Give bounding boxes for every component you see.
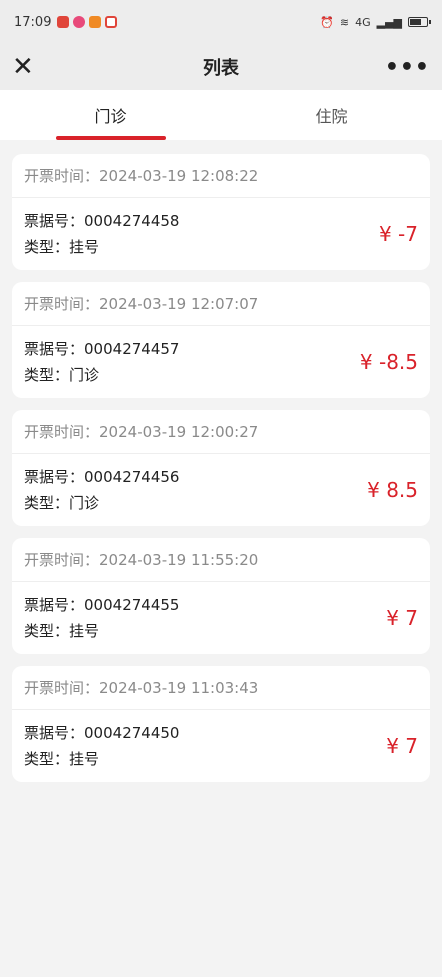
list-item[interactable]: 开票时间： 2024-03-19 11:55:20 票据号：0004274455 …	[12, 538, 430, 654]
list-item[interactable]: 开票时间： 2024-03-19 12:08:22 票据号：0004274458 …	[12, 154, 430, 270]
bill-number-label: 票据号：	[24, 212, 85, 230]
amount: ¥ -7	[378, 222, 418, 246]
app-notification-icon	[105, 16, 118, 28]
bill-number: 票据号：0004274457	[24, 336, 418, 362]
bill-type-value: 挂号	[69, 622, 100, 640]
bill-type: 类型：挂号	[24, 234, 418, 260]
bill-number-value: 0004274450	[84, 724, 180, 742]
bill-type: 类型：门诊	[24, 362, 418, 388]
issue-time: 开票时间： 2024-03-19 11:03:43	[12, 666, 430, 710]
bill-number-value: 0004274458	[84, 212, 180, 230]
signal-icon: ▂▄▆	[376, 15, 402, 29]
card-body: 票据号：0004274458 类型：挂号 ¥ -7	[12, 198, 430, 270]
issue-time-label: 开票时间：	[24, 679, 100, 697]
amount: ¥ 7	[386, 606, 418, 630]
bill-type-label: 类型：	[24, 366, 70, 384]
card-body: 票据号：0004274450 类型：挂号 ¥ 7	[12, 710, 430, 782]
network-type: 4G	[355, 15, 371, 29]
bill-number-label: 票据号：	[24, 340, 85, 358]
alarm-icon: ⏰	[320, 15, 334, 29]
issue-time-value: 2024-03-19 12:07:07	[99, 294, 259, 313]
issue-time-value: 2024-03-19 11:03:43	[99, 678, 259, 697]
more-icon[interactable]: •••	[385, 55, 430, 80]
app-notification-icon	[73, 16, 86, 28]
bill-type: 类型：挂号	[24, 618, 418, 644]
page-title: 列表	[203, 58, 239, 79]
status-time: 17:09	[14, 14, 52, 30]
issue-time-value: 2024-03-19 12:00:27	[99, 422, 259, 441]
wifi-icon: ≋	[339, 15, 350, 29]
bill-number: 票据号：0004274456	[24, 464, 418, 490]
issue-time: 开票时间： 2024-03-19 12:07:07	[12, 282, 430, 326]
amount: ¥ -8.5	[359, 350, 418, 374]
close-icon[interactable]: ✕	[12, 54, 40, 80]
issue-time: 开票时间： 2024-03-19 11:55:20	[12, 538, 430, 582]
card-body: 票据号：0004274455 类型：挂号 ¥ 7	[12, 582, 430, 654]
bill-type-label: 类型：	[24, 622, 70, 640]
bill-number: 票据号：0004274455	[24, 592, 418, 618]
issue-time-label: 开票时间：	[24, 167, 100, 185]
list-item[interactable]: 开票时间： 2024-03-19 12:07:07 票据号：0004274457 …	[12, 282, 430, 398]
bill-type-label: 类型：	[24, 750, 70, 768]
bill-number-label: 票据号：	[24, 596, 85, 614]
list-item[interactable]: 开票时间： 2024-03-19 11:03:43 票据号：0004274450 …	[12, 666, 430, 782]
status-left: 17:09	[14, 14, 118, 30]
status-bar: 17:09 ⏰ ≋ 4G ▂▄▆	[0, 0, 442, 44]
bill-type-value: 挂号	[69, 750, 100, 768]
issue-time-label: 开票时间：	[24, 551, 100, 569]
bill-number-label: 票据号：	[24, 468, 85, 486]
bill-number: 票据号：0004274450	[24, 720, 418, 746]
bill-number: 票据号：0004274458	[24, 208, 418, 234]
issue-time: 开票时间： 2024-03-19 12:08:22	[12, 154, 430, 198]
issue-time: 开票时间： 2024-03-19 12:00:27	[12, 410, 430, 454]
tab-outpatient[interactable]: 门诊	[0, 90, 221, 140]
issue-time-value: 2024-03-19 11:55:20	[99, 550, 259, 569]
issue-time-value: 2024-03-19 12:08:22	[99, 166, 259, 185]
bill-type-value: 门诊	[69, 494, 100, 512]
status-right: ⏰ ≋ 4G ▂▄▆	[320, 15, 431, 29]
bill-type-label: 类型：	[24, 494, 70, 512]
app-notification-icon	[57, 16, 70, 28]
bill-number-label: 票据号：	[24, 724, 85, 742]
bill-type-value: 挂号	[69, 238, 100, 256]
card-body: 票据号：0004274457 类型：门诊 ¥ -8.5	[12, 326, 430, 398]
issue-time-label: 开票时间：	[24, 295, 100, 313]
amount: ¥ 8.5	[367, 478, 418, 502]
nav-bar: ✕ 列表 •••	[0, 44, 442, 90]
bill-list: 开票时间： 2024-03-19 12:08:22 票据号：0004274458 …	[0, 140, 442, 782]
list-item[interactable]: 开票时间： 2024-03-19 12:00:27 票据号：0004274456 …	[12, 410, 430, 526]
play-notification-icon	[89, 16, 102, 28]
tab-inpatient[interactable]: 住院	[221, 90, 442, 140]
bill-type-value: 门诊	[69, 366, 100, 384]
card-body: 票据号：0004274456 类型：门诊 ¥ 8.5	[12, 454, 430, 526]
bill-type-label: 类型：	[24, 238, 70, 256]
issue-time-label: 开票时间：	[24, 423, 100, 441]
bill-type: 类型：挂号	[24, 746, 418, 772]
bill-type: 类型：门诊	[24, 490, 418, 516]
tab-bar: 门诊 住院	[0, 90, 442, 140]
amount: ¥ 7	[386, 734, 418, 758]
battery-icon	[408, 17, 431, 27]
bill-number-value: 0004274455	[84, 596, 180, 614]
bill-number-value: 0004274457	[84, 340, 180, 358]
bill-number-value: 0004274456	[84, 468, 180, 486]
